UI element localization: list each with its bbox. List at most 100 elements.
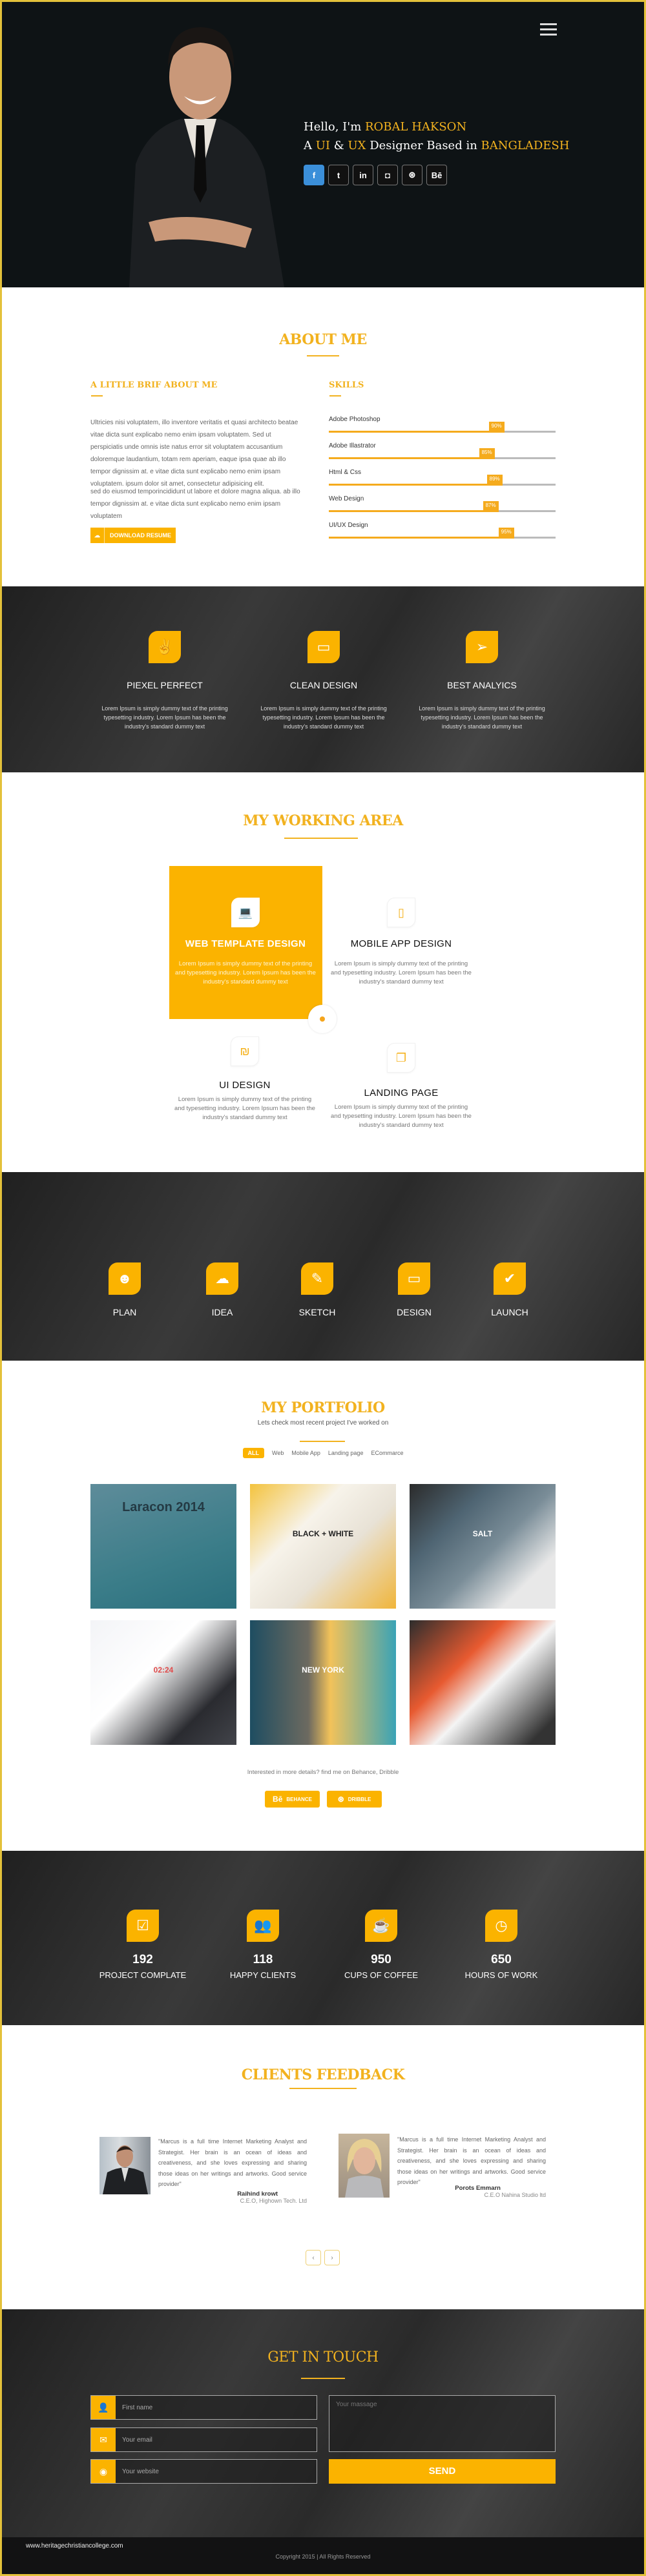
email-input[interactable]: [116, 2428, 317, 2451]
behance-link[interactable]: Bē: [426, 165, 447, 185]
message-textarea[interactable]: [329, 2395, 556, 2452]
process-label: LAUNCH: [491, 1307, 528, 1317]
skill-name: UI/UX Design: [329, 522, 368, 529]
footer: www.heritagechristiancollege.com Copyrig…: [0, 2537, 646, 2576]
working-item-title[interactable]: MOBILE APP DESIGN: [304, 938, 498, 949]
first-name-field: 👤: [90, 2395, 317, 2420]
facebook-link[interactable]: f: [304, 165, 324, 185]
client-role: C.E.O Nahina Studio ltd: [484, 2192, 546, 2198]
more-details-text: Interested in more details? find me on B…: [247, 1769, 399, 1776]
client-photo: [339, 2134, 390, 2198]
working-area-section: MY WORKING AREA 💻 WEB TEMPLATE DESIGN Lore…: [0, 772, 646, 1172]
dribbble-button[interactable]: ⊛ DRIBBLE: [327, 1791, 382, 1808]
download-resume-button[interactable]: ☁ DOWNLOAD RESUME: [90, 528, 176, 543]
background-photo: [0, 1851, 646, 2025]
first-name-input[interactable]: [116, 2396, 317, 2419]
portfolio-item[interactable]: SALT: [410, 1484, 556, 1609]
client-role: C.E.O, Highown Tech. Ltd: [240, 2198, 307, 2204]
linkedin-link[interactable]: in: [353, 165, 373, 185]
globe-icon: ◉: [91, 2460, 116, 2483]
feature-text: Lorem Ipsum is simply dummy text of the …: [419, 705, 545, 730]
prev-button[interactable]: ‹: [306, 2250, 321, 2265]
process-label: IDEA: [211, 1307, 233, 1317]
tagline-ux: UX: [348, 139, 366, 152]
process-icon-box: ☻: [109, 1262, 141, 1295]
send-button[interactable]: SEND: [329, 2459, 556, 2484]
stat-label: PROJECT COMPLATE: [99, 1970, 187, 1980]
footer-website: www.heritagechristiancollege.com: [26, 2542, 123, 2550]
filter-tab[interactable]: Web: [272, 1448, 284, 1458]
skill-percent-badge: 95%: [498, 528, 514, 537]
hero-name: ROBAL HAKSON: [365, 120, 467, 134]
features-section: ✌ PIEXEL PERFECT Lorem Ipsum is simply dum…: [0, 586, 646, 772]
stat-value: 192: [132, 1953, 153, 1966]
skill-name: Web Design: [329, 495, 364, 502]
laptop-icon: 💻: [238, 905, 253, 919]
feature-text: Lorem Ipsum is simply dummy text of the …: [101, 705, 228, 730]
website-field: ◉: [90, 2459, 317, 2484]
working-icon-box: ❐: [387, 1043, 415, 1073]
coffee-icon: ☕: [372, 1917, 390, 1933]
filter-tab[interactable]: Landing page: [328, 1448, 364, 1458]
title-underline: [300, 1441, 345, 1442]
portfolio-item[interactable]: NEW YORK: [250, 1620, 396, 1745]
portfolio-item[interactable]: BLACK + WHITE: [250, 1484, 396, 1609]
filter-tab[interactable]: ECommarce: [371, 1448, 403, 1458]
hamburger-icon: [540, 23, 557, 25]
stat-value: 650: [491, 1953, 512, 1966]
about-paragraph: Ultricies nisi voluptatem, illo inventor…: [90, 419, 298, 488]
skill-name: Adobe Illastrator: [329, 442, 376, 449]
twitter-link[interactable]: t: [328, 165, 349, 185]
stat-icon-box: ☑: [127, 1910, 159, 1942]
mobile-icon: ▯: [398, 905, 404, 919]
client-name: Porots Emmarn: [455, 2185, 501, 2192]
carousel-dot-button[interactable]: [308, 1005, 337, 1033]
filter-tab[interactable]: ALL: [242, 1448, 265, 1458]
menu-button[interactable]: [540, 23, 557, 36]
working-item-title[interactable]: LANDING PAGE: [304, 1087, 498, 1098]
title-underline: [284, 838, 358, 839]
instagram-link[interactable]: ◘: [377, 165, 398, 185]
title-underline: [301, 2378, 345, 2379]
about-title: ABOUT ME: [279, 331, 367, 348]
hero-portrait: [90, 15, 297, 287]
process-label: PLAN: [112, 1307, 137, 1317]
skills-underline: [329, 395, 341, 397]
skill-bar: 90%: [329, 422, 556, 433]
skill-percent-badge: 89%: [486, 475, 503, 484]
facebook-icon: f: [312, 170, 316, 180]
portfolio-item[interactable]: [410, 1620, 556, 1745]
feature-icon-box: ▭: [307, 631, 340, 663]
feature-title: PIEXEL PERFECT: [127, 680, 203, 690]
process-icon-box: ✔: [494, 1262, 526, 1295]
portfolio-title: MY PORTFOLIO: [261, 1399, 385, 1416]
tagline-text: A: [304, 139, 316, 152]
client-name: Raihind krowt: [237, 2190, 278, 2198]
stat-value: 950: [371, 1953, 391, 1966]
tagline-ui: UI: [315, 139, 331, 152]
portfolio-item[interactable]: 02:24: [90, 1620, 236, 1745]
skill-bar: 95%: [329, 528, 556, 539]
next-button[interactable]: ›: [324, 2250, 340, 2265]
skill-percent-badge: 90%: [488, 422, 505, 431]
working-item-text: Lorem Ipsum is simply dummy text of the …: [331, 960, 472, 985]
dribbble-link[interactable]: ⊛: [402, 165, 422, 185]
dribbble-icon: ⊛: [408, 170, 416, 180]
portfolio-item[interactable]: Laracon 2014: [90, 1484, 236, 1609]
feature-text: Lorem Ipsum is simply dummy text of the …: [260, 705, 387, 730]
github-icon: ☻: [117, 1270, 132, 1286]
filter-tab[interactable]: Mobile App: [291, 1448, 320, 1458]
dribbble-icon: ⊛: [337, 1795, 344, 1804]
skills-title: SKILLS: [329, 380, 364, 390]
process-icon-box: ✎: [301, 1262, 333, 1295]
process-icon-box: ☁: [206, 1262, 238, 1295]
twitter-icon: t: [337, 170, 340, 180]
hero-greeting: Hello, I'm ROBAL HAKSON: [304, 120, 466, 134]
website-input[interactable]: [116, 2460, 317, 2483]
stat-icon-box: ☕: [365, 1910, 397, 1942]
clock-icon: ◷: [495, 1917, 508, 1933]
stat-icon-box: 👥: [247, 1910, 279, 1942]
behance-button[interactable]: Bē BEHANCE: [265, 1791, 320, 1808]
stat-label: CUPS OF COFFEE: [344, 1970, 419, 1980]
tagline-text: Designer Based in: [366, 139, 481, 152]
